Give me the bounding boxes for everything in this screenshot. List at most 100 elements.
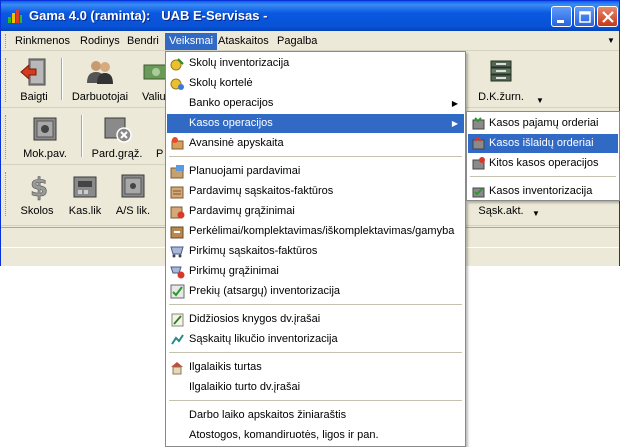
menu-veiksmai[interactable]: Veiksmai — [165, 33, 218, 50]
debt-inventory-icon — [170, 58, 184, 71]
cash-balance-button[interactable]: Kas.lik — [63, 169, 107, 221]
ledger-journal-label: D.K.žurn. — [478, 91, 524, 103]
currency-icon — [143, 64, 167, 80]
safe-balance-icon — [121, 174, 145, 198]
cash-other-icon — [472, 157, 485, 170]
account-balance-icon — [171, 334, 184, 345]
toolbar-separator — [81, 115, 83, 157]
menu-ataskaitos[interactable]: Ataskaitos — [214, 33, 273, 50]
currency-label: Valiu — [142, 91, 166, 103]
transfer-icon — [170, 226, 184, 239]
invoice-acts-label: Sąsk.akt. — [478, 205, 524, 217]
menu-separator — [169, 156, 462, 157]
window-title: Gama 4.0 (raminta): UAB E-Servisas - — [29, 8, 268, 23]
toolbar-grip[interactable] — [5, 58, 8, 102]
menu-rodinys[interactable]: Rodinys — [76, 33, 124, 50]
people-icon — [87, 61, 113, 84]
menu-debt-card[interactable]: Skolų kortelė — [167, 74, 464, 93]
menubar-grip[interactable] — [5, 34, 8, 48]
submenu-arrow-icon: ▶ — [451, 119, 458, 128]
return-safe-icon — [104, 117, 132, 143]
debt-card-icon — [170, 78, 184, 90]
debts-label: Skolos — [20, 205, 54, 217]
veiksmai-dropdown: Skolų inventorizacija Skolų kortelė Bank… — [165, 51, 466, 447]
exit-label: Baigti — [20, 91, 48, 103]
debts-button[interactable]: $ Skolos — [17, 169, 57, 221]
ledger-journal-button[interactable]: D.K.žurn. — [471, 55, 531, 107]
menu-separator — [169, 304, 462, 305]
ledger-entry-icon — [171, 313, 184, 327]
sales-return-label: Pard.grąž. — [91, 148, 143, 160]
payment-order-button[interactable]: Mok.pav. — [15, 112, 75, 164]
menu-leave-trips[interactable]: Atostogos, komandiruotės, ligos ir pan. — [167, 426, 464, 445]
payment-order-label: Mok.pav. — [23, 148, 67, 160]
menu-cash-in-orders[interactable]: Kasos pajamų orderiai — [468, 114, 618, 133]
menu-account-balance-inventory[interactable]: Sąskaitų likučio inventorizacija — [167, 330, 464, 349]
partial-button[interactable]: P — [153, 112, 165, 164]
menu-transfers-production[interactable]: Perkėlimai/komplektavimas/iškomplektavim… — [167, 222, 464, 241]
purchase-invoice-icon — [170, 246, 184, 258]
menu-ledger-entries[interactable]: Didžiosios knygos dv.įrašai — [167, 310, 464, 329]
menu-fixed-assets[interactable]: Ilgalaikis turtas — [167, 358, 464, 377]
maximize-icon — [579, 11, 591, 23]
safe-icon — [33, 117, 57, 141]
fixed-assets-icon — [171, 362, 183, 375]
menu-timesheet[interactable]: Darbo laiko apskaitos žiniaraštis — [167, 406, 464, 425]
menu-bank-operations[interactable]: Banko operacijos ▶ — [167, 94, 464, 113]
exit-door-icon — [20, 58, 46, 86]
exit-button[interactable]: Baigti — [11, 55, 57, 107]
cash-register-icon — [73, 176, 97, 198]
menu-cash-operations[interactable]: Kasos operacijos ▶ — [167, 114, 464, 133]
menu-stock-inventory[interactable]: Prekių (atsargų) inventorizacija — [167, 282, 464, 301]
menu-sales-returns[interactable]: Pardavimų grąžinimai — [167, 202, 464, 221]
menu-bendri[interactable]: Bendri — [123, 33, 163, 50]
employees-button[interactable]: Darbuotojai — [67, 55, 133, 107]
purchase-return-icon — [170, 266, 185, 279]
menu-separator — [169, 352, 462, 353]
menu-other-cash-operations[interactable]: Kitos kasos operacijos — [468, 154, 618, 173]
menu-cash-out-orders[interactable]: Kasos išlaidų orderiai — [468, 134, 618, 153]
svg-text:$: $ — [30, 173, 48, 201]
toolbar-grip[interactable] — [5, 115, 8, 159]
advance-report-icon — [171, 137, 184, 150]
menu-bar: Rinkmenos Rodinys Bendri Veiksmai Ataska… — [1, 31, 619, 51]
menu-purchase-returns[interactable]: Pirkimų grąžinimai — [167, 262, 464, 281]
menu-advance-report[interactable]: Avansinė apyskaita — [167, 134, 464, 153]
title-bar[interactable]: Gama 4.0 (raminta): UAB E-Servisas - — [1, 1, 619, 31]
ledger-stack-icon — [490, 60, 512, 82]
minimize-button[interactable] — [551, 6, 572, 27]
submenu-arrow-icon: ▶ — [451, 99, 458, 108]
toolbar-separator — [61, 58, 63, 100]
menu-cash-inventory[interactable]: Kasos inventorizacija — [468, 182, 618, 201]
close-icon — [602, 11, 614, 23]
account-balance-button[interactable]: A/S lik. — [111, 169, 155, 221]
cash-balance-label: Kas.lik — [68, 205, 102, 217]
menu-separator — [470, 176, 616, 177]
toolbar-overflow-icon[interactable]: ▼ — [536, 96, 544, 105]
menu-debt-inventory[interactable]: Skolų inventorizacija — [167, 54, 464, 73]
menu-rinkmenos[interactable]: Rinkmenos — [11, 33, 74, 50]
menu-sales-invoices[interactable]: Pardavimų sąskaitos-faktūros — [167, 182, 464, 201]
currency-button[interactable]: Valiu — [139, 55, 167, 107]
minimize-icon — [557, 20, 564, 23]
toolbar-grip[interactable] — [5, 172, 8, 216]
dollar-icon: $ — [30, 173, 49, 201]
menu-fixed-asset-entries[interactable]: Ilgalaikio turto dv.įrašai — [167, 378, 464, 397]
sales-return-icon — [170, 206, 185, 219]
menu-separator — [169, 400, 462, 401]
menubar-overflow-icon[interactable]: ▼ — [607, 36, 615, 45]
account-balance-label: A/S lik. — [115, 205, 151, 217]
menu-purchase-invoices[interactable]: Pirkimų sąskaitos-faktūros — [167, 242, 464, 261]
close-button[interactable] — [597, 6, 618, 27]
menu-planned-sales[interactable]: Planuojami pardavimai — [167, 162, 464, 181]
cash-inventory-icon — [472, 187, 485, 198]
maximize-button[interactable] — [574, 6, 595, 27]
kasos-submenu: Kasos pajamų orderiai Kasos išlaidų orde… — [466, 111, 620, 201]
sales-invoice-icon — [170, 186, 184, 199]
sales-return-button[interactable]: Pard.grąž. — [87, 112, 147, 164]
stock-inventory-icon — [170, 284, 185, 299]
menu-pagalba[interactable]: Pagalba — [273, 33, 321, 50]
cash-in-icon — [472, 117, 485, 130]
toolbar-overflow-icon[interactable]: ▼ — [532, 209, 540, 218]
planned-sales-icon — [170, 165, 184, 179]
